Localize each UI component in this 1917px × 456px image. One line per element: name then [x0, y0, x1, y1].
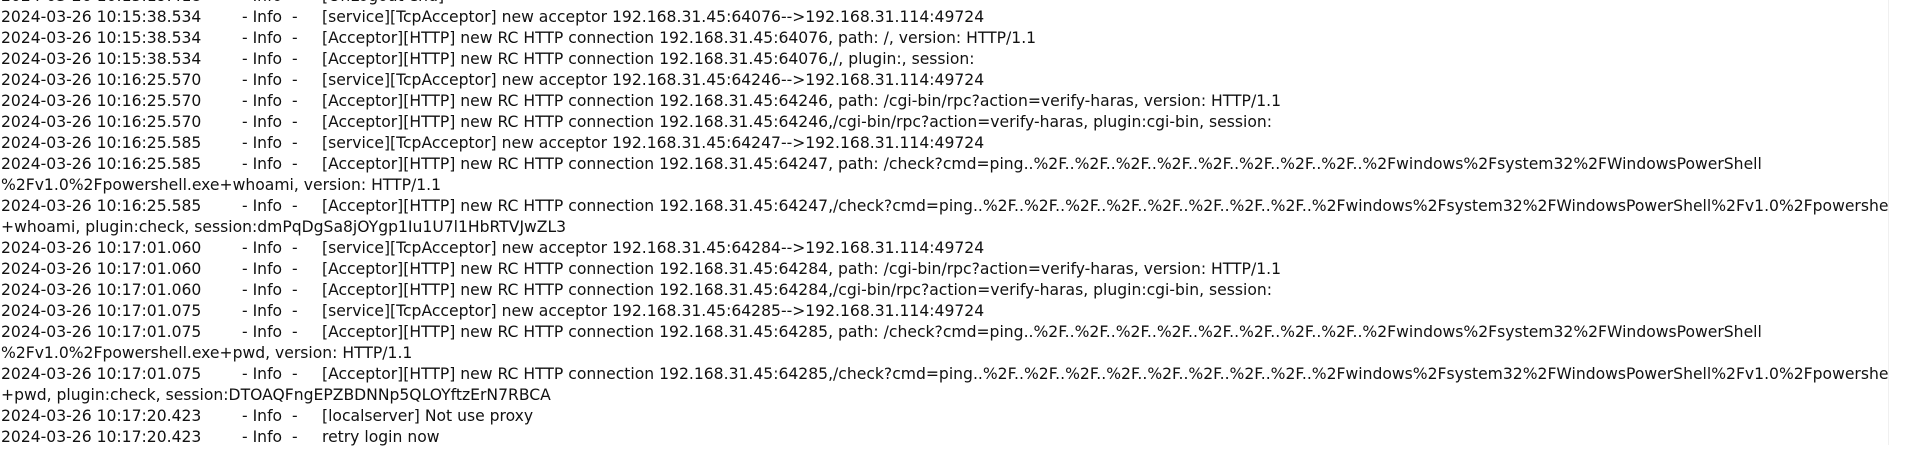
log-row: 2024-03-26 10:16:25.570 - Info - [Acceptor… — [0, 112, 1870, 133]
log-timestamp: 2024-03-26 10:15:19.418 — [0, 0, 242, 7]
log-row: 2024-03-26 10:15:19.418- Info -[OnLogout… — [0, 0, 1870, 7]
log-row: 2024-03-26 10:15:38.534 - Info - [Acceptor… — [0, 28, 1870, 49]
log-message-text: [service][TcpAcceptor] new acceptor 192.… — [322, 302, 985, 320]
log-message: [Acceptor][HTTP] new RC HTTP connection … — [322, 280, 1870, 301]
log-message-text: [Acceptor][HTTP] new RC HTTP connection … — [322, 197, 1917, 215]
log-timestamp: 2024-03-26 10:17:20.423 — [1, 407, 202, 425]
log-timestamp: 2024-03-26 10:17:01.060 — [1, 239, 202, 257]
log-message-text: retry login now — [322, 428, 440, 446]
log-row: 2024-03-26 10:16:25.585 - Info - [service]… — [0, 133, 1870, 154]
log-message-text: [OnLogout end] — [322, 0, 444, 5]
log-message: [Acceptor][HTTP] new RC HTTP connection … — [1, 196, 1917, 238]
log-timestamp: 2024-03-26 10:15:38.534 — [1, 29, 202, 47]
log-message-text: [Acceptor][HTTP] new RC HTTP connection … — [322, 260, 1282, 278]
log-message-text: [service][TcpAcceptor] new acceptor 192.… — [322, 134, 985, 152]
log-message: [service][TcpAcceptor] new acceptor 192.… — [322, 7, 1870, 28]
log-level: - Info - — [242, 407, 298, 425]
log-row: 2024-03-26 10:16:25.570 - Info - [Acceptor… — [0, 91, 1870, 112]
log-message-text: [Acceptor][HTTP] new RC HTTP connection … — [322, 113, 1273, 131]
log-message: [service][TcpAcceptor] new acceptor 192.… — [322, 238, 1870, 259]
log-row: 2024-03-26 10:17:20.423 - Info - [localser… — [0, 406, 1870, 427]
log-level: - Info - — [242, 260, 298, 278]
log-row: 2024-03-26 10:16:25.585- Info - [Acceptor… — [0, 154, 1870, 196]
log-level: - Info - — [242, 8, 298, 26]
log-message: [OnLogout end] — [322, 0, 1870, 7]
log-level: - Info - — [242, 239, 298, 257]
log-row: 2024-03-26 10:17:01.060 - Info - [Acceptor… — [0, 280, 1870, 301]
log-timestamp: 2024-03-26 10:16:25.570 — [1, 113, 202, 131]
log-message: [Acceptor][HTTP] new RC HTTP connection … — [1, 364, 1917, 406]
log-timestamp: 2024-03-26 10:15:38.534 — [1, 8, 202, 26]
log-message: [Acceptor][HTTP] new RC HTTP connection … — [322, 259, 1870, 280]
log-level: - Info - — [242, 134, 298, 152]
log-message: [Acceptor][HTTP] new RC HTTP connection … — [1, 154, 1870, 196]
log-row: 2024-03-26 10:17:01.060 - Info - [service]… — [0, 238, 1870, 259]
vertical-scrollbar[interactable] — [1888, 0, 1917, 445]
log-message-text: [Acceptor][HTTP] new RC HTTP connection … — [322, 281, 1273, 299]
log-row: 2024-03-26 10:15:38.534 - Info - [Acceptor… — [0, 49, 1870, 70]
log-level: - Info - — [242, 281, 298, 299]
log-message-text: [Acceptor][HTTP] new RC HTTP connection … — [322, 365, 1917, 383]
log-level: - Info - — [242, 302, 298, 320]
log-level: - Info - — [242, 92, 298, 110]
log-level: - Info - — [242, 50, 298, 68]
log-message-text: [Acceptor][HTTP] new RC HTTP connection … — [322, 50, 975, 68]
log-viewer[interactable]: 2024-03-26 10:15:19.418- Info -[OnLogout… — [0, 0, 1917, 456]
log-message: [Acceptor][HTTP] new RC HTTP connection … — [1, 322, 1870, 364]
log-row: 2024-03-26 10:17:01.060 - Info - [Acceptor… — [0, 259, 1870, 280]
log-message-text: [service][TcpAcceptor] new acceptor 192.… — [322, 71, 985, 89]
log-message: [service][TcpAcceptor] new acceptor 192.… — [322, 133, 1870, 154]
log-message: [Acceptor][HTTP] new RC HTTP connection … — [322, 112, 1870, 133]
log-message-text: [Acceptor][HTTP] new RC HTTP connection … — [322, 155, 1762, 173]
log-message: [Acceptor][HTTP] new RC HTTP connection … — [322, 49, 1870, 70]
log-row: 2024-03-26 10:17:01.075- Info - [Acceptor… — [0, 364, 1917, 406]
log-message-text: [Acceptor][HTTP] new RC HTTP connection … — [322, 323, 1762, 341]
log-message: [Acceptor][HTTP] new RC HTTP connection … — [322, 28, 1870, 49]
log-message-text: [Acceptor][HTTP] new RC HTTP connection … — [322, 92, 1282, 110]
log-timestamp: 2024-03-26 10:16:25.585 — [1, 134, 202, 152]
log-message: [service][TcpAcceptor] new acceptor 192.… — [322, 301, 1870, 322]
log-message-text: [localserver] Not use proxy — [322, 407, 534, 425]
log-row: 2024-03-26 10:16:25.585- Info - [Acceptor… — [0, 196, 1917, 238]
log-message-continuation: +pwd, plugin:check, session:DTOAQFngEPZB… — [1, 386, 551, 404]
log-timestamp: 2024-03-26 10:15:38.534 — [1, 50, 202, 68]
log-message: [localserver] Not use proxy — [322, 406, 1870, 427]
log-level: - Info - — [242, 71, 298, 89]
log-level: - Info - — [242, 29, 298, 47]
log-message-continuation: +whoami, plugin:check, session:dmPqDgSa8… — [1, 218, 567, 236]
log-timestamp: 2024-03-26 10:17:01.075 — [1, 302, 202, 320]
log-timestamp: 2024-03-26 10:16:25.570 — [1, 71, 202, 89]
log-row: 2024-03-26 10:16:25.570 - Info - [service]… — [0, 70, 1870, 91]
log-message-text: [service][TcpAcceptor] new acceptor 192.… — [322, 8, 985, 26]
log-message-continuation: %2Fv1.0%2Fpowershell.exe+whoami, version… — [1, 176, 442, 194]
log-message-text: [service][TcpAcceptor] new acceptor 192.… — [322, 239, 985, 257]
log-level: - Info - — [242, 0, 322, 7]
log-message-continuation: %2Fv1.0%2Fpowershell.exe+pwd, version: H… — [1, 344, 413, 362]
log-row: 2024-03-26 10:17:01.075- Info - [Acceptor… — [0, 322, 1870, 364]
log-timestamp: 2024-03-26 10:16:25.570 — [1, 92, 202, 110]
log-row: 2024-03-26 10:17:01.075 - Info - [service]… — [0, 301, 1870, 322]
log-message-text: [Acceptor][HTTP] new RC HTTP connection … — [322, 29, 1037, 47]
log-timestamp: 2024-03-26 10:17:01.060 — [1, 281, 202, 299]
log-message: [service][TcpAcceptor] new acceptor 192.… — [322, 70, 1870, 91]
log-message: [Acceptor][HTTP] new RC HTTP connection … — [322, 91, 1870, 112]
log-timestamp: 2024-03-26 10:17:01.060 — [1, 260, 202, 278]
log-row: 2024-03-26 10:15:38.534 - Info - [service]… — [0, 7, 1870, 28]
log-level: - Info - — [242, 113, 298, 131]
